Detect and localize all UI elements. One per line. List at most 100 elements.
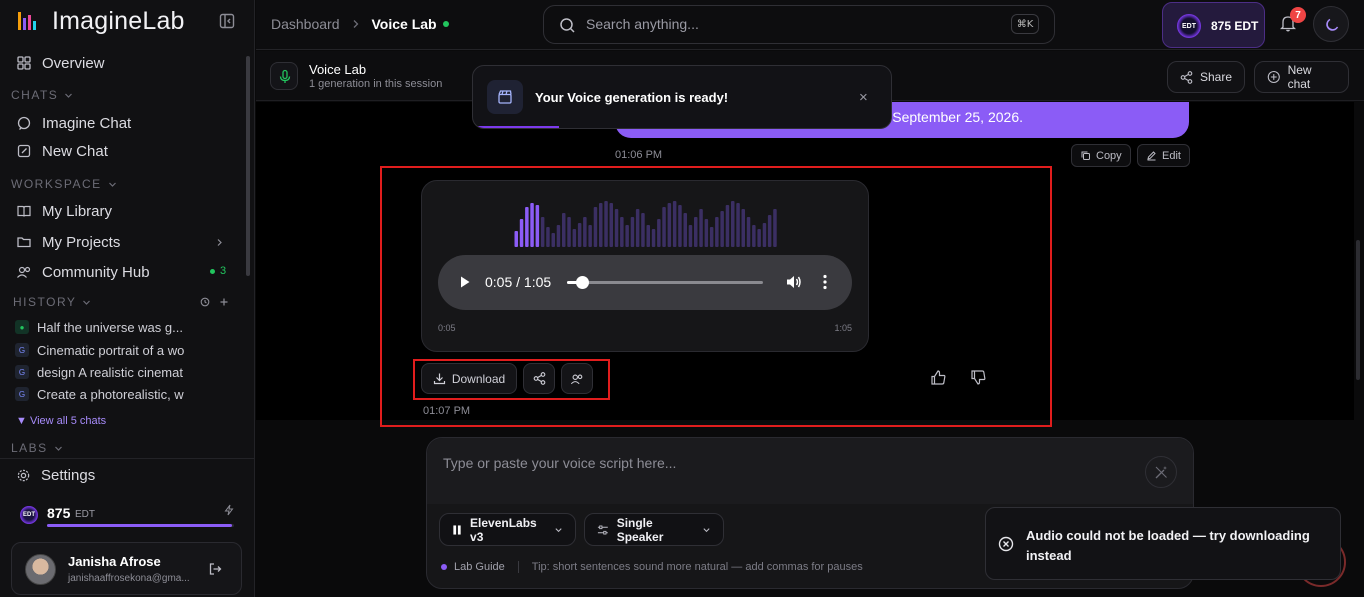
error-message: Audio could not be loaded — try download… <box>1026 528 1310 563</box>
seek-bar[interactable] <box>567 276 763 289</box>
community-share-button[interactable] <box>561 363 593 394</box>
edit-button[interactable]: Edit <box>1137 144 1190 167</box>
speaker-select[interactable]: Single Speaker <box>584 513 724 546</box>
sidebar: ImagineLab Overview CHATS Imagine Chat N… <box>0 0 255 597</box>
new-chat-button[interactable]: New chat <box>1254 61 1349 93</box>
section-labs[interactable]: LABS <box>11 441 63 455</box>
users-icon <box>570 374 583 384</box>
breadcrumb-root[interactable]: Dashboard <box>271 16 340 32</box>
bolt-icon[interactable] <box>223 504 235 516</box>
brand-name: ImagineLab <box>52 7 185 35</box>
chat-scrollbar[interactable] <box>1356 240 1360 380</box>
thumbs-down-icon[interactable] <box>970 369 987 386</box>
history-item[interactable]: G design A realistic cinemat <box>15 363 183 381</box>
more-vertical-icon[interactable] <box>822 273 828 291</box>
waveform-bar <box>540 217 545 247</box>
edt-coin-icon: EDT <box>20 506 38 524</box>
search-input[interactable] <box>586 16 986 32</box>
view-all-chats-link[interactable]: ▼ View all 5 chats <box>16 415 106 427</box>
user-card[interactable]: Janisha Afrose janishaaffrosekona@gma... <box>11 542 242 595</box>
waveform-bar <box>762 223 767 247</box>
chevron-down-icon <box>65 93 73 98</box>
chevron-down-icon <box>108 182 116 187</box>
generation-icon: G <box>15 387 29 401</box>
download-button[interactable]: Download <box>421 363 517 394</box>
logout-icon[interactable] <box>208 562 222 576</box>
audio-result-card: 0:05 / 1:05 0:05 1:05 <box>421 180 869 352</box>
volume-icon[interactable] <box>785 273 803 291</box>
plus-icon[interactable] <box>219 297 229 307</box>
close-icon[interactable]: × <box>859 90 868 105</box>
bars-icon <box>453 524 461 535</box>
session-title: Voice Lab <box>309 62 367 77</box>
copy-button[interactable]: Copy <box>1071 144 1131 167</box>
user-message-text: s September 25, 2026. <box>881 109 1023 125</box>
section-history[interactable]: HISTORY <box>13 295 91 309</box>
brand-logo[interactable]: ImagineLab <box>16 7 238 36</box>
credits-amount: 875 <box>47 505 71 521</box>
script-input[interactable] <box>443 455 1123 471</box>
chevron-down-icon <box>54 446 62 451</box>
audio-player[interactable]: 0:05 / 1:05 <box>438 255 852 310</box>
book-icon <box>17 205 31 217</box>
chevron-right-icon[interactable] <box>215 238 224 247</box>
sidebar-item-label: Community Hub <box>42 263 150 281</box>
waveform-bar <box>720 211 724 247</box>
history-item[interactable]: G Create a photorealistic, w <box>15 385 184 403</box>
share-button[interactable]: Share <box>1167 61 1245 93</box>
player-time: 0:05 / 1:05 <box>485 274 552 290</box>
seek-handle[interactable] <box>576 276 590 289</box>
edit-label: Edit <box>1162 149 1181 162</box>
waveform-bar <box>746 217 751 247</box>
theme-toggle-button[interactable] <box>1313 6 1349 42</box>
lab-guide-link[interactable]: Lab Guide <box>454 561 505 573</box>
share-label: Share <box>1199 70 1232 84</box>
users-icon <box>17 266 31 278</box>
community-count: 3 <box>220 265 227 277</box>
sidebar-item-my-projects[interactable]: My Projects <box>16 230 120 254</box>
search-bar[interactable]: ⌘K <box>543 5 1055 44</box>
waveform-bar <box>562 213 566 247</box>
chevron-down-icon <box>555 527 562 532</box>
section-chats[interactable]: CHATS <box>11 88 73 102</box>
share-audio-button[interactable] <box>523 363 555 394</box>
sidebar-item-new-chat[interactable]: New Chat <box>16 139 108 163</box>
community-badge: 3 <box>210 265 226 277</box>
history-icon[interactable] <box>200 297 210 307</box>
waveform-bar <box>646 225 650 247</box>
script-input-area[interactable] <box>427 438 1193 504</box>
play-icon[interactable] <box>459 275 471 289</box>
chevron-down-icon <box>83 300 91 305</box>
edt-balance-button[interactable]: EDT 875 EDT <box>1162 2 1265 48</box>
session-subtitle: 1 generation in this session <box>309 78 443 90</box>
waveform-bar <box>752 225 756 247</box>
history-item[interactable]: ● Half the universe was g... <box>15 318 183 336</box>
waveform-bar <box>657 219 661 247</box>
lab-guide-row: Lab Guide Tip: short sentences sound mor… <box>441 561 863 573</box>
settings-button[interactable]: Settings <box>16 467 95 484</box>
model-select[interactable]: ElevenLabs v3 <box>439 513 576 546</box>
clapperboard-icon <box>498 90 512 104</box>
waveform-bar <box>699 209 703 247</box>
thumbs-up-icon[interactable] <box>930 369 947 386</box>
waveform-bar <box>551 233 555 247</box>
section-label: CHATS <box>11 88 59 102</box>
collapse-sidebar-icon[interactable] <box>218 12 236 30</box>
waveform-bar <box>614 209 619 247</box>
sidebar-item-imagine-chat[interactable]: Imagine Chat <box>16 111 131 135</box>
generation-icon: G <box>15 365 29 379</box>
edit-icon <box>17 144 31 158</box>
sidebar-item-my-library[interactable]: My Library <box>16 199 112 223</box>
section-workspace[interactable]: WORKSPACE <box>11 177 117 191</box>
enhance-button[interactable] <box>1145 456 1177 488</box>
waveform-bar <box>609 203 613 247</box>
divider <box>517 561 519 573</box>
sidebar-item-overview[interactable]: Overview <box>16 51 105 75</box>
sidebar-item-community-hub[interactable]: Community Hub <box>16 260 150 284</box>
edt-balance: 875 EDT <box>1211 19 1259 33</box>
sidebar-divider <box>0 458 255 459</box>
share-icon <box>1180 70 1193 84</box>
sidebar-scrollbar[interactable] <box>246 56 250 276</box>
message-timestamp: 01:06 PM <box>615 149 663 161</box>
history-item[interactable]: G Cinematic portrait of a wo <box>15 341 184 359</box>
